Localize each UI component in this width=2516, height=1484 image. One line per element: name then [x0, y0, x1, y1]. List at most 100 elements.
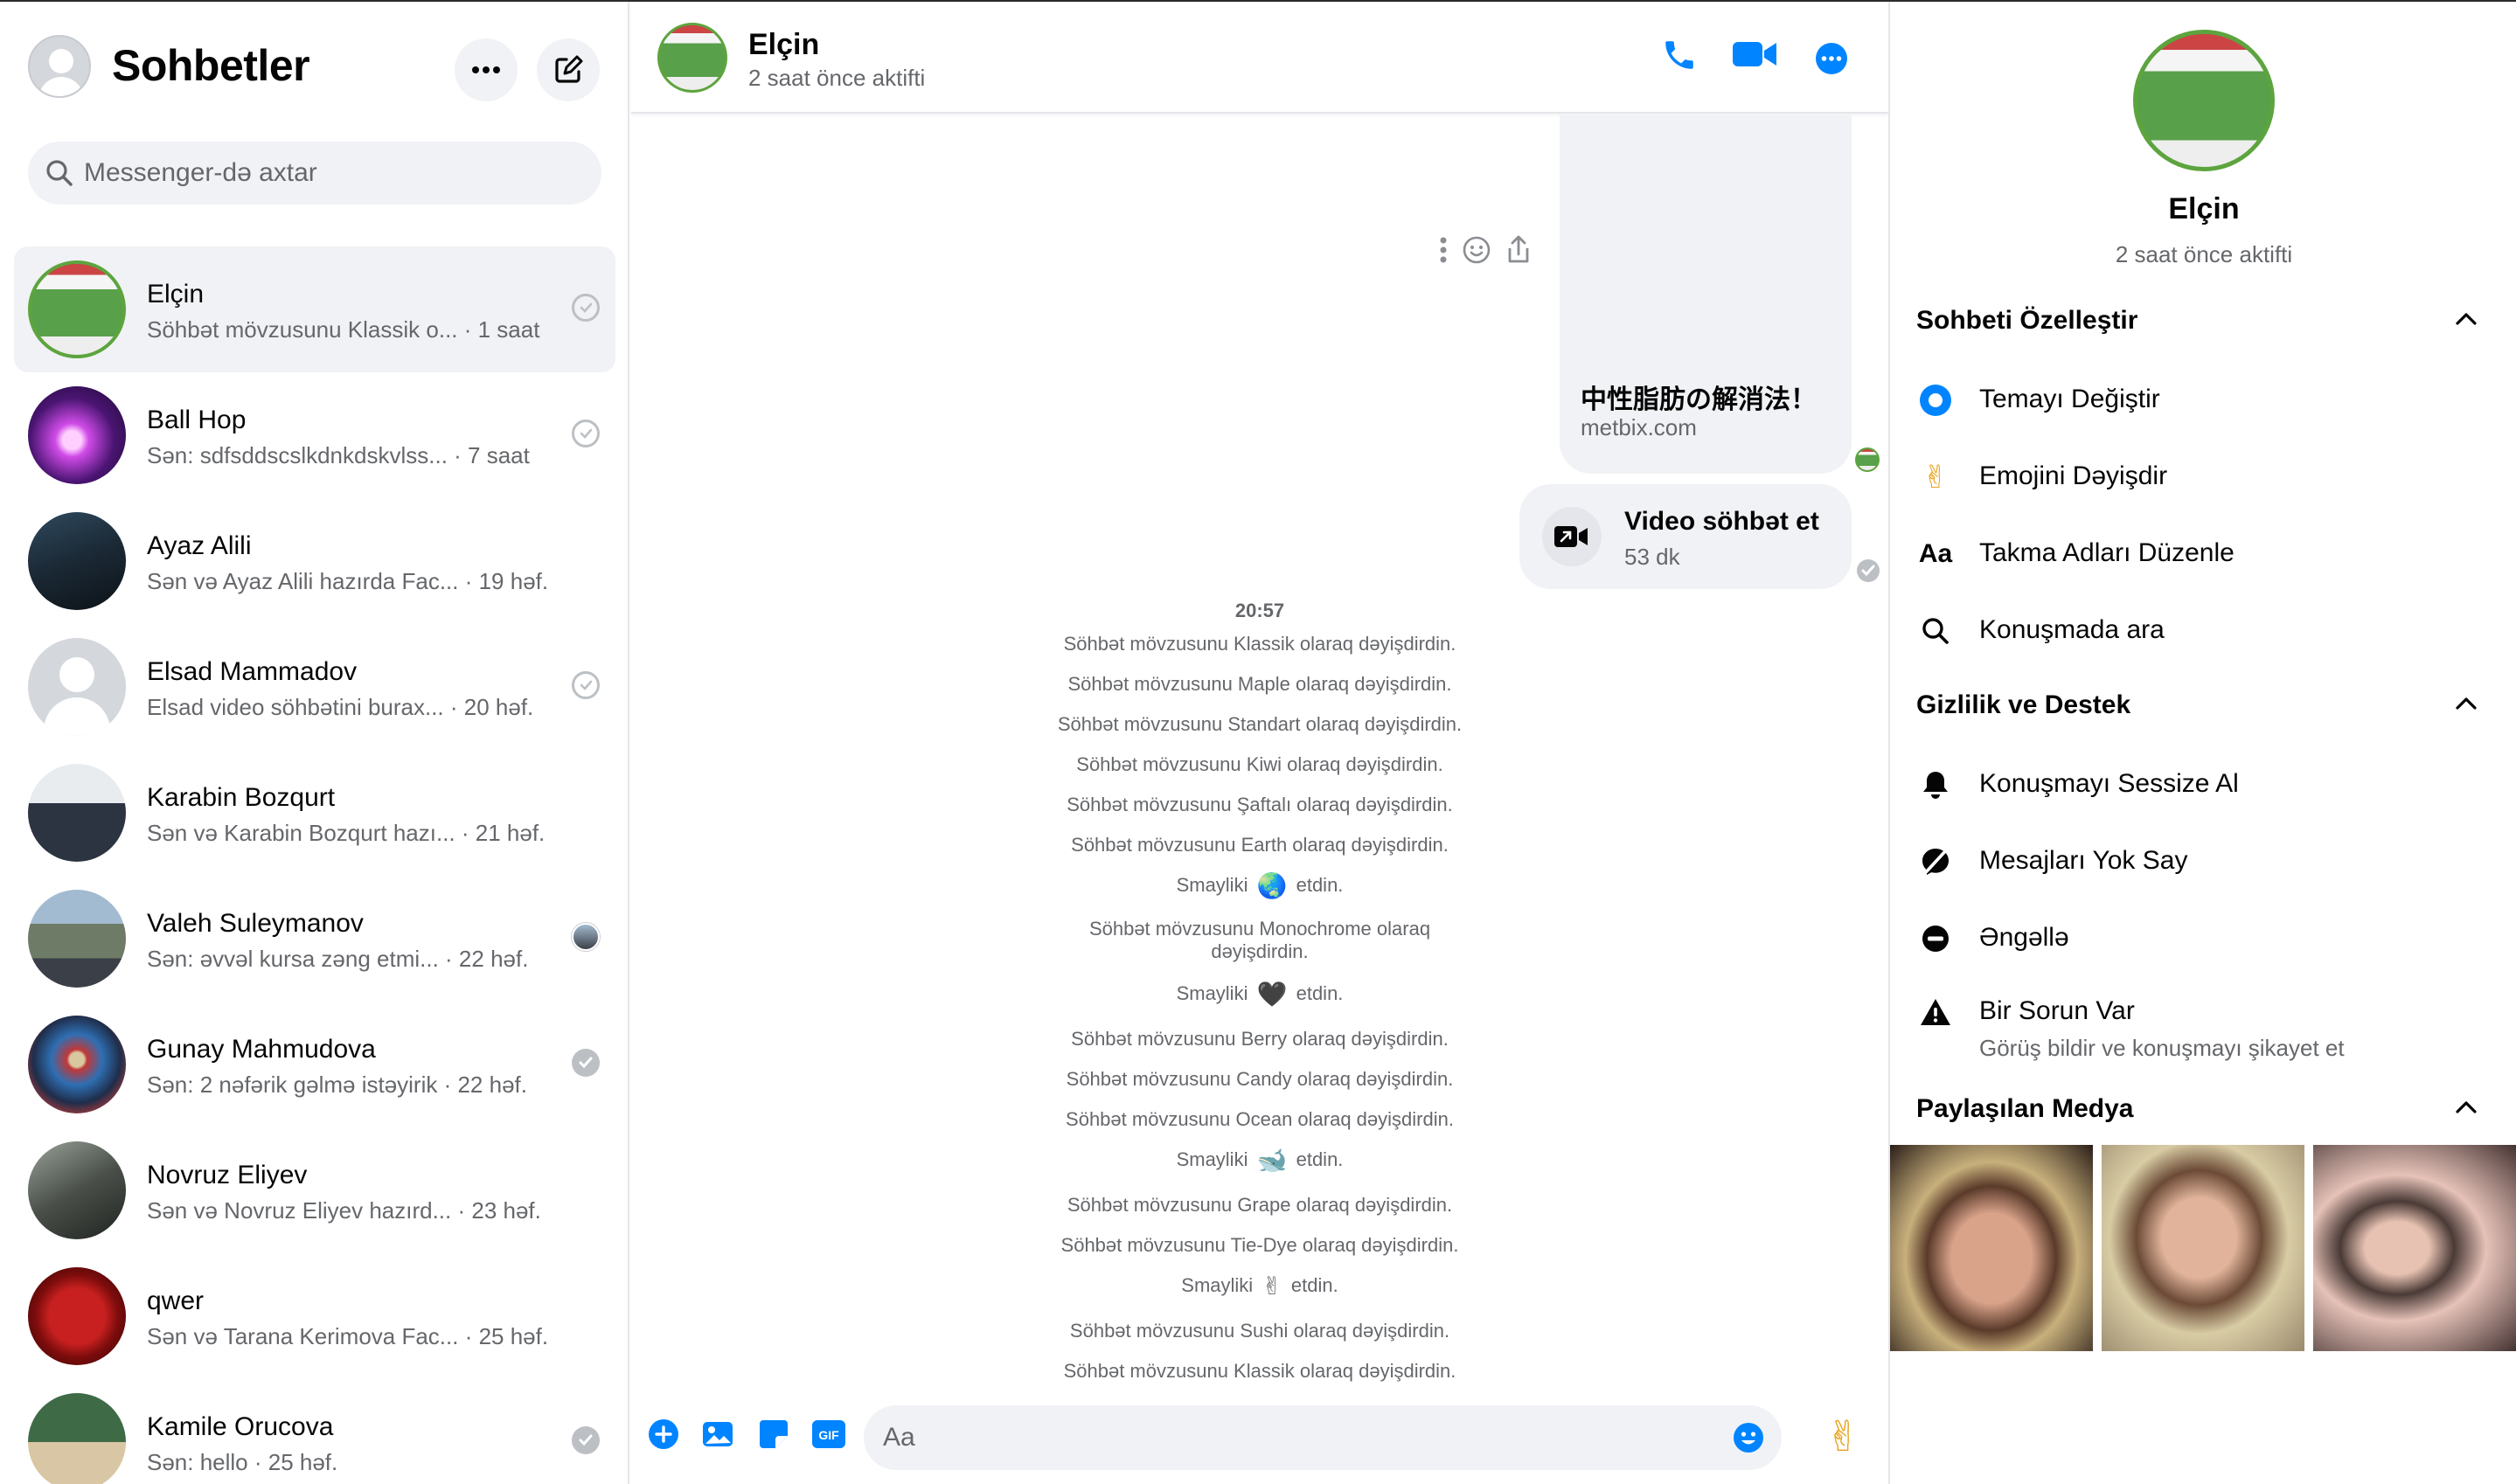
- react-icon[interactable]: [1462, 235, 1491, 265]
- conversation-item[interactable]: Elsad Mammadov Elsad video söhbətini bur…: [14, 624, 615, 750]
- theme-icon: [1916, 381, 1955, 420]
- conversation-item[interactable]: Kamile Orucova Sən: hello · 25 həf.: [14, 1379, 615, 1484]
- message-input[interactable]: [883, 1405, 1705, 1470]
- contact-avatar[interactable]: [657, 23, 727, 93]
- option-label: Mesajları Yok Say: [1979, 846, 2188, 875]
- customize-section-header[interactable]: Sohbeti Özelleştir: [1916, 306, 2137, 336]
- contact-name[interactable]: Elçin: [748, 28, 819, 62]
- audio-call-icon[interactable]: [1661, 37, 1698, 73]
- event-emoji: 🌏: [1256, 871, 1288, 901]
- conversation-item[interactable]: Gunay Mahmudova Sən: 2 nəfərik gəlmə ist…: [14, 1002, 615, 1127]
- report-problem-option[interactable]: Bir Sorun Var Görüş bildir ve konuşmayı …: [1916, 986, 2493, 1073]
- conversation-name: Gunay Mahmudova: [147, 1035, 376, 1064]
- ignore-messages-option[interactable]: Mesajları Yok Say: [1916, 836, 2493, 888]
- theme-change-event: Söhbət mövzusunu Tie-Dye olaraq dəyişdir…: [1060, 1234, 1459, 1256]
- conversation-item[interactable]: qwer Sən və Tarana Kerimova Fac... · 25 …: [14, 1253, 615, 1379]
- more-horizontal-icon: [472, 66, 500, 73]
- link-preview-card[interactable]: 中性脂肪の解消法！ metbix.com: [1560, 115, 1852, 474]
- video-chat-title: Video söhbət et: [1624, 507, 1819, 536]
- search-icon: [46, 160, 73, 186]
- nickname-icon: Aa: [1918, 539, 1953, 568]
- option-label: Konuşmayı Sessize Al: [1979, 769, 2239, 798]
- chevron-up-icon[interactable]: [2455, 311, 2478, 327]
- conversation-name: Elsad Mammadov: [147, 657, 358, 686]
- video-call-icon[interactable]: [1733, 38, 1778, 70]
- avatar: [28, 260, 126, 358]
- theme-change-event: Söhbət mövzusunu Earth olaraq dəyişdirdi…: [1071, 834, 1449, 856]
- conversation-preview: Sən və Tarana Kerimova Fac... · 25 həf.: [147, 1323, 549, 1349]
- link-domain: metbix.com: [1581, 414, 1697, 440]
- conversation-preview: Sən: hello · 25 həf.: [147, 1449, 338, 1475]
- change-emoji-option[interactable]: ✌ Emojini Dəyişdir: [1916, 451, 2493, 503]
- contact-status: 2 saat önce aktifti: [748, 65, 926, 91]
- sticker-icon[interactable]: [757, 1418, 790, 1451]
- conversation-name: Kamile Orucova: [147, 1412, 334, 1441]
- shared-media-thumbnail[interactable]: [2102, 1145, 2304, 1351]
- conversation-info-icon[interactable]: [1815, 42, 1848, 75]
- conversation-item[interactable]: Valeh Suleymanov Sən: əvvəl kursa zəng e…: [14, 876, 615, 1002]
- avatar: [28, 638, 126, 736]
- delivered-status-icon: [572, 1426, 600, 1454]
- block-option[interactable]: Əngəllə: [1916, 912, 2493, 965]
- add-more-icon[interactable]: [647, 1418, 680, 1451]
- emoji-change-event: Smayliki 🖤 etdin.: [631, 980, 1888, 1009]
- link-title: 中性脂肪の解消法！: [1581, 385, 1817, 415]
- shared-media-thumbnail[interactable]: [1890, 1145, 2093, 1351]
- message-actions: [1439, 234, 1532, 266]
- message-timestamp: 20:57: [1234, 600, 1285, 621]
- sent-status-icon: [572, 671, 600, 699]
- avatar: [28, 1267, 126, 1365]
- shared-media-section-header[interactable]: Paylaşılan Medya: [1916, 1094, 2133, 1124]
- mute-conversation-option[interactable]: Konuşmayı Sessize Al: [1916, 759, 2493, 811]
- quick-reaction-emoji[interactable]: ✌: [1825, 1412, 1860, 1461]
- privacy-section-header[interactable]: Gizlilik ve Destek: [1916, 690, 2130, 720]
- gif-icon[interactable]: GIF: [811, 1418, 846, 1451]
- search-icon: [1916, 612, 1955, 650]
- event-text: Smayliki: [1176, 874, 1248, 896]
- conversation-name: Karabin Bozqurt: [147, 783, 336, 812]
- theme-change-event: Söhbət mövzusunu Kiwi olaraq dəyişdirdin…: [1076, 753, 1443, 775]
- chevron-up-icon[interactable]: [2455, 1099, 2478, 1115]
- option-label: Emojini Dəyişdir: [1979, 461, 2168, 490]
- more-options-button[interactable]: [455, 38, 518, 101]
- change-theme-option[interactable]: Temayı Değiştir: [1916, 374, 2493, 426]
- video-chat-card[interactable]: Video söhbət et 53 dk: [1519, 484, 1852, 589]
- read-receipt-avatar: [572, 923, 600, 951]
- conversation-name: Novruz Eliyev: [147, 1161, 308, 1189]
- message-input-box[interactable]: [864, 1405, 1782, 1470]
- new-message-button[interactable]: [537, 38, 600, 101]
- event-text: etdin.: [1296, 982, 1344, 1004]
- theme-change-event: Söhbət mövzusunu Şaftalı olaraq dəyişdir…: [1067, 794, 1453, 815]
- conversation-item[interactable]: Ball Hop Sən: sdfsddscslkdnkdskvlss... ·…: [14, 372, 615, 498]
- shared-media-thumbnail[interactable]: [2313, 1145, 2516, 1351]
- search-input[interactable]: [84, 142, 582, 205]
- more-vertical-icon[interactable]: [1439, 236, 1448, 264]
- warning-icon: [1916, 993, 1955, 1031]
- conversation-item[interactable]: Elçin Söhbət mövzusunu Klassik o... · 1 …: [14, 246, 615, 372]
- conversation-item[interactable]: Novruz Eliyev Sən və Novruz Eliyev hazır…: [14, 1127, 615, 1253]
- theme-change-event: Söhbət mövzusunu Ocean olaraq dəyişdirdi…: [1066, 1108, 1454, 1130]
- event-text: Smayliki: [1176, 1148, 1248, 1170]
- profile-avatar[interactable]: [2133, 30, 2275, 171]
- event-text: etdin.: [1296, 874, 1344, 896]
- message-composer: GIF ✌: [631, 1391, 1888, 1484]
- share-icon[interactable]: [1505, 234, 1532, 266]
- option-label: Bir Sorun Var: [1979, 996, 2135, 1025]
- search-in-conversation-option[interactable]: Konuşmada ara: [1916, 605, 2493, 657]
- event-emoji: 🖤: [1256, 980, 1288, 1009]
- chevron-up-icon[interactable]: [2455, 696, 2478, 711]
- message-thread: 中性脂肪の解消法！ metbix.com Video söhbət et 53 …: [631, 115, 1888, 1391]
- conversation-preview: Söhbət mövzusunu Klassik o... · 1 saat: [147, 316, 540, 343]
- event-emoji: ✌: [1261, 1272, 1282, 1301]
- emoji-change-event: Smayliki ✌ etdin.: [631, 1272, 1888, 1301]
- my-profile-avatar[interactable]: [28, 35, 91, 98]
- edit-nicknames-option[interactable]: Aa Takma Adları Düzenle: [1916, 528, 2493, 580]
- conversation-item[interactable]: Ayaz Alili Sən və Ayaz Alili hazırda Fac…: [14, 498, 615, 624]
- sidebar-title: Sohbetler: [112, 41, 310, 90]
- search-bar[interactable]: [28, 142, 601, 205]
- avatar: [28, 386, 126, 484]
- emoji-picker-icon[interactable]: [1733, 1422, 1764, 1453]
- conversation-item[interactable]: Karabin Bozqurt Sən və Karabin Bozqurt h…: [14, 750, 615, 876]
- photo-icon[interactable]: [701, 1418, 734, 1451]
- theme-change-event: Söhbət mövzusunu Berry olaraq dəyişdirdi…: [1071, 1028, 1449, 1050]
